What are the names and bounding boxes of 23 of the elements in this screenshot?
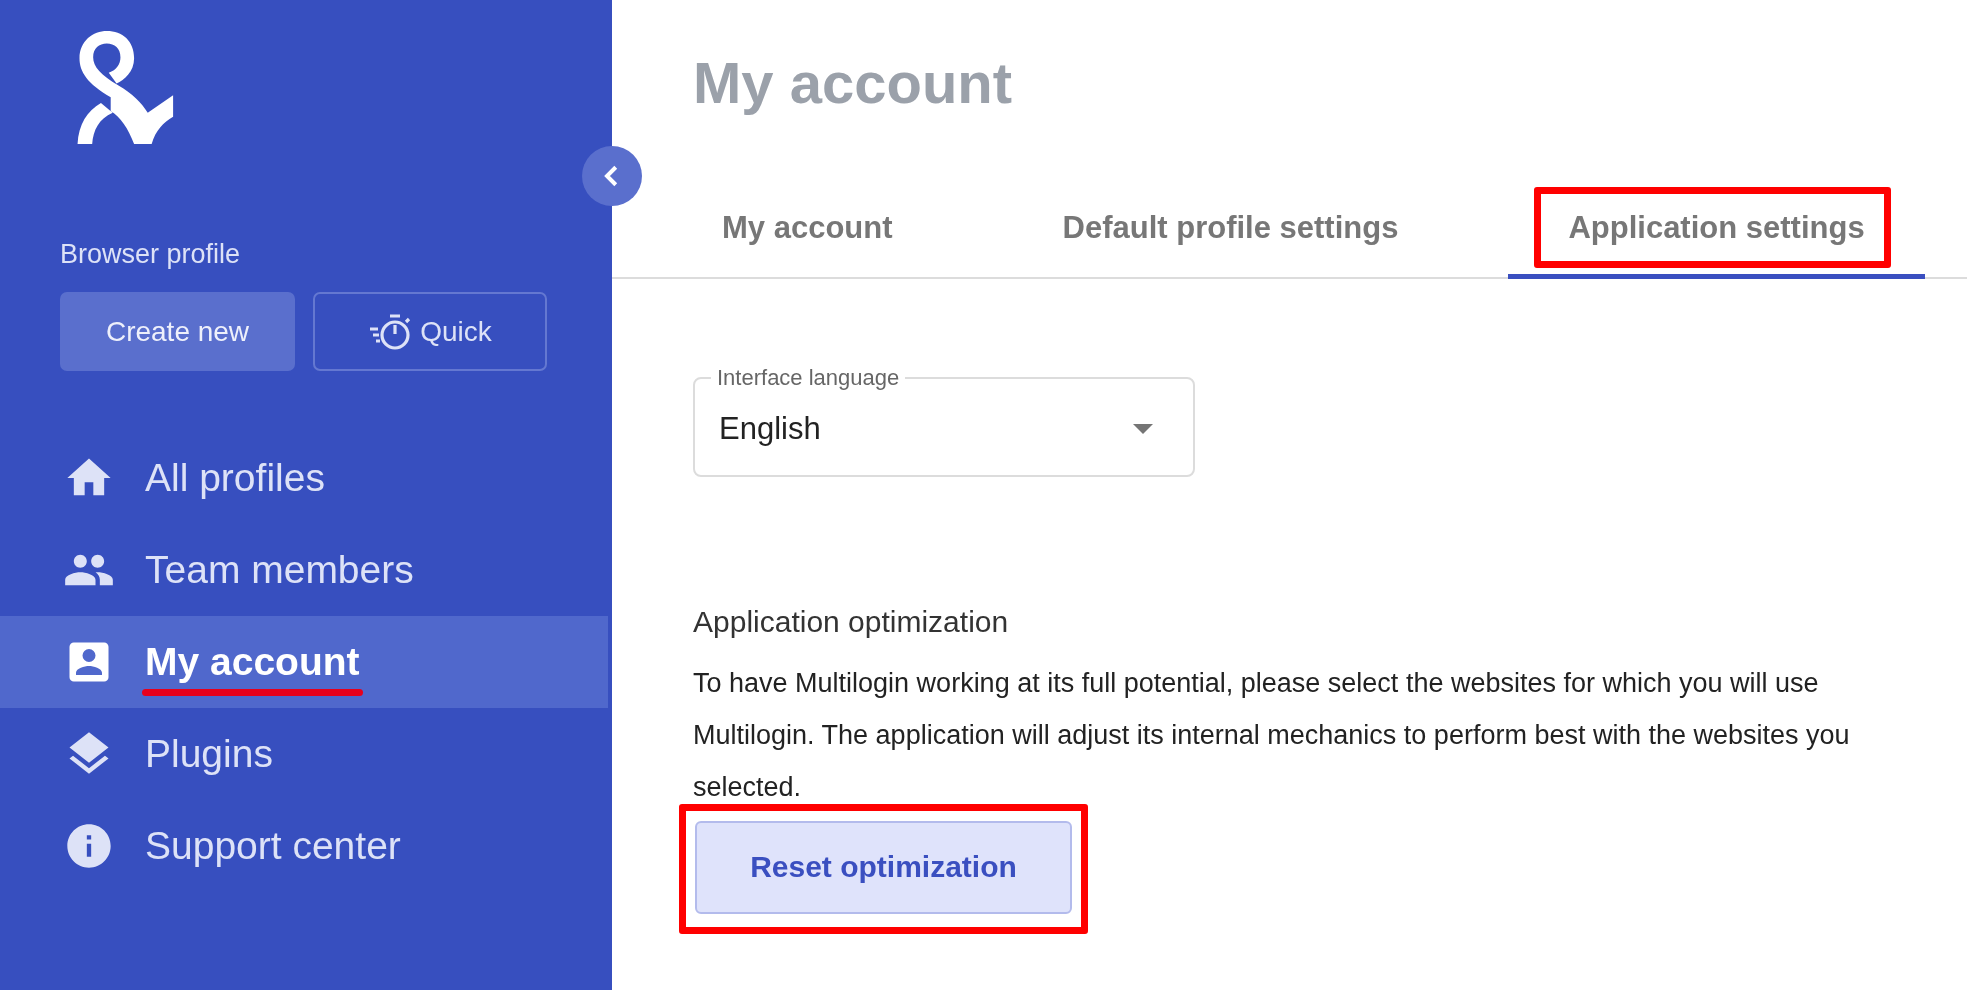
page-title: My account xyxy=(693,49,1014,117)
nav-label: My account xyxy=(145,640,360,684)
tab[interactable]: My account xyxy=(662,188,953,279)
nav-label: Plugins xyxy=(145,732,273,776)
nav-label: All profiles xyxy=(145,456,325,500)
nav-item[interactable]: Plugins xyxy=(0,708,608,800)
nav-item[interactable]: Team members xyxy=(0,524,608,616)
collapse-button[interactable] xyxy=(582,146,642,206)
section-heading: Application optimization xyxy=(693,604,1010,639)
section-label: Browser profile xyxy=(60,239,242,270)
description-text: To have Multilogin working at its full potential, please select the websites for which you will use Multilogin. The application will adjust its internal mechanics to perform best with the websites you selected. xyxy=(693,666,1851,804)
nav-item[interactable]: All profiles xyxy=(0,432,608,524)
nav-label: Team members xyxy=(145,548,414,592)
reset-optimization-button[interactable]: Reset optimization xyxy=(695,820,1072,914)
nav-label: Support center xyxy=(145,824,401,868)
stopwatch-icon xyxy=(368,311,413,352)
nav-item[interactable]: My account xyxy=(0,616,608,708)
quick-button[interactable]: Quick xyxy=(313,292,547,371)
create-button[interactable]: Create new xyxy=(60,292,295,371)
tab[interactable]: Default profile settings xyxy=(1002,188,1459,279)
nav-item[interactable]: Support center xyxy=(0,800,608,892)
tab[interactable]: Application settings xyxy=(1508,188,1925,279)
caret-icon xyxy=(1133,423,1153,434)
